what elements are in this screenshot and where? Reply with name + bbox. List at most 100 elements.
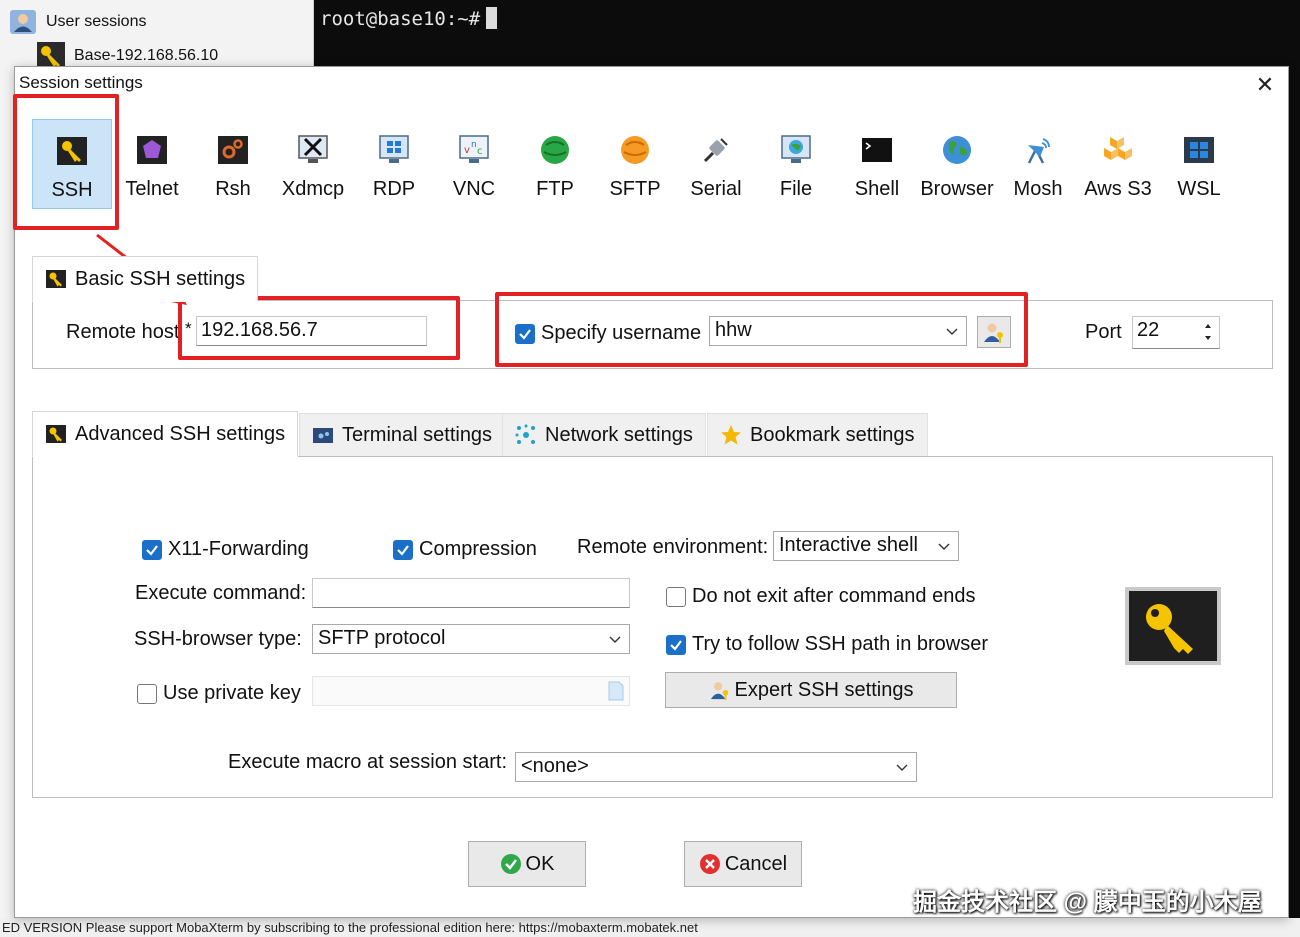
close-button[interactable]: ✕ [1250,70,1280,100]
svg-text:v: v [464,145,470,156]
tab-advanced-ssh-settings[interactable]: Advanced SSH settings [32,411,299,457]
mosh-icon [1027,138,1050,164]
tab-label: Bookmark settings [750,423,915,446]
session-type-label: SSH [51,179,93,201]
execute-command-label: Execute command: [135,582,307,604]
session-type-serial[interactable]: Serial [676,119,756,209]
terminal-prompt: root@base10:~# [320,7,498,30]
session-type-label: VNC [452,178,496,200]
star-icon [721,425,741,445]
session-type-label: Xdmcp [281,178,345,200]
chevron-down-icon [938,543,950,550]
session-type-file[interactable]: File [756,119,836,209]
ftp-icon [541,136,569,164]
ssh-browser-type-label: SSH-browser type: [134,628,302,650]
checkbox-checked-icon [393,539,413,560]
key-icon [46,270,66,288]
file-icon [781,135,811,163]
close-icon: ✕ [1255,72,1275,97]
browser-icon [943,136,971,164]
checkbox-unchecked-icon [137,683,157,704]
key-icon [46,425,66,443]
ssh-key-image [1125,587,1221,665]
terminal-prompt-text: root@base10:~# [320,8,481,30]
chevron-down-icon [609,636,621,643]
session-type-label: Mosh [1013,178,1063,200]
x11-forwarding-checkbox[interactable]: X11-Forwarding [142,538,309,561]
ok-label: OK [525,852,555,875]
file-browse-icon[interactable] [607,681,625,701]
spinner-arrows-icon[interactable] [1203,321,1213,343]
session-type-mosh[interactable]: Mosh [998,119,1078,209]
tab-label: Terminal settings [342,423,493,446]
session-type-rdp[interactable]: RDP [354,119,434,209]
session-type-shell[interactable]: Shell [837,119,917,209]
specify-username-checkbox[interactable]: Specify username [515,322,701,345]
remote-host-input[interactable]: 192.168.56.7 [196,316,427,346]
user-sessions-header[interactable]: User sessions [8,7,146,37]
port-label: Port [1085,321,1122,343]
session-type-ftp[interactable]: FTP [515,119,595,209]
execute-macro-select[interactable]: <none> [515,752,917,782]
checkbox-checked-icon [515,323,535,344]
svg-text:n: n [471,140,477,150]
tab-network-settings[interactable]: Network settings [502,413,706,456]
specify-username-label: Specify username [541,322,702,344]
session-type-vnc[interactable]: v n c VNC [434,119,514,209]
session-type-browser[interactable]: Browser [917,119,997,209]
tab-label: Advanced SSH settings [75,422,286,445]
telnet-icon [137,136,167,164]
serial-icon [703,138,728,163]
user-key-icon [710,682,728,701]
session-type-label: Serial [690,178,742,200]
chevron-down-icon [896,764,908,771]
basic-ssh-settings-label: Basic SSH settings [75,267,246,290]
username-value: hhw [715,319,752,341]
session-type-telnet[interactable]: Telnet [112,119,192,209]
tab-terminal-settings[interactable]: Terminal settings [299,413,506,456]
user-credentials-button[interactable] [977,316,1011,348]
cancel-circle-icon [699,854,720,874]
do-not-exit-label: Do not exit after command ends [692,585,976,607]
use-private-key-checkbox[interactable]: Use private key [137,682,301,705]
session-item-label: Base-192.168.56.10 [74,47,219,64]
compression-checkbox[interactable]: Compression [393,538,537,561]
session-type-label: Shell [854,178,900,200]
port-value: 22 [1137,319,1160,341]
status-bar: ED VERSION Please support MobaXterm by s… [0,918,1300,937]
key-icon [57,137,87,165]
rsh-icon [218,136,248,164]
follow-ssh-path-checkbox[interactable]: Try to follow SSH path in browser [666,633,988,656]
do-not-exit-checkbox[interactable]: Do not exit after command ends [666,585,975,608]
session-type-label: WSL [1177,178,1221,200]
expert-ssh-settings-button[interactable]: Expert SSH settings [665,672,957,708]
ok-button[interactable]: OK [468,841,586,887]
remote-environment-select[interactable]: Interactive shell [773,531,959,561]
svg-text:c: c [477,146,483,157]
ssh-browser-type-value: SFTP protocol [318,627,446,649]
compression-label: Compression [419,538,537,560]
session-type-wsl[interactable]: WSL [1159,119,1239,209]
session-settings-dialog: Session settings ✕ SSH Telnet Rsh Xdmcp … [13,66,1289,918]
session-type-aws-s3[interactable]: Aws S3 [1078,119,1158,209]
user-sessions-label: User sessions [46,13,147,30]
session-type-rsh[interactable]: Rsh [193,119,273,209]
execute-command-input[interactable] [312,578,630,608]
terminal-cursor [486,7,498,29]
checkbox-checked-icon [142,539,162,560]
session-type-sftp[interactable]: SFTP [595,119,675,209]
port-input[interactable]: 22 [1132,316,1220,349]
cancel-button[interactable]: Cancel [684,841,802,887]
username-combo[interactable]: hhw [709,316,967,346]
private-key-input[interactable] [312,676,630,706]
watermark-text: 掘金技术社区 @ 朦中玉的小木屋 [913,889,1262,916]
tab-bookmark-settings[interactable]: Bookmark settings [707,413,928,456]
check-circle-icon [500,854,521,874]
chevron-down-icon [946,328,958,335]
expert-ssh-settings-label: Expert SSH settings [734,678,914,701]
session-type-xdmcp[interactable]: Xdmcp [273,119,353,209]
ssh-browser-type-select[interactable]: SFTP protocol [312,624,630,654]
wsl-icon [1184,137,1214,163]
checkbox-checked-icon [666,634,686,655]
session-type-ssh[interactable]: SSH [32,119,112,209]
